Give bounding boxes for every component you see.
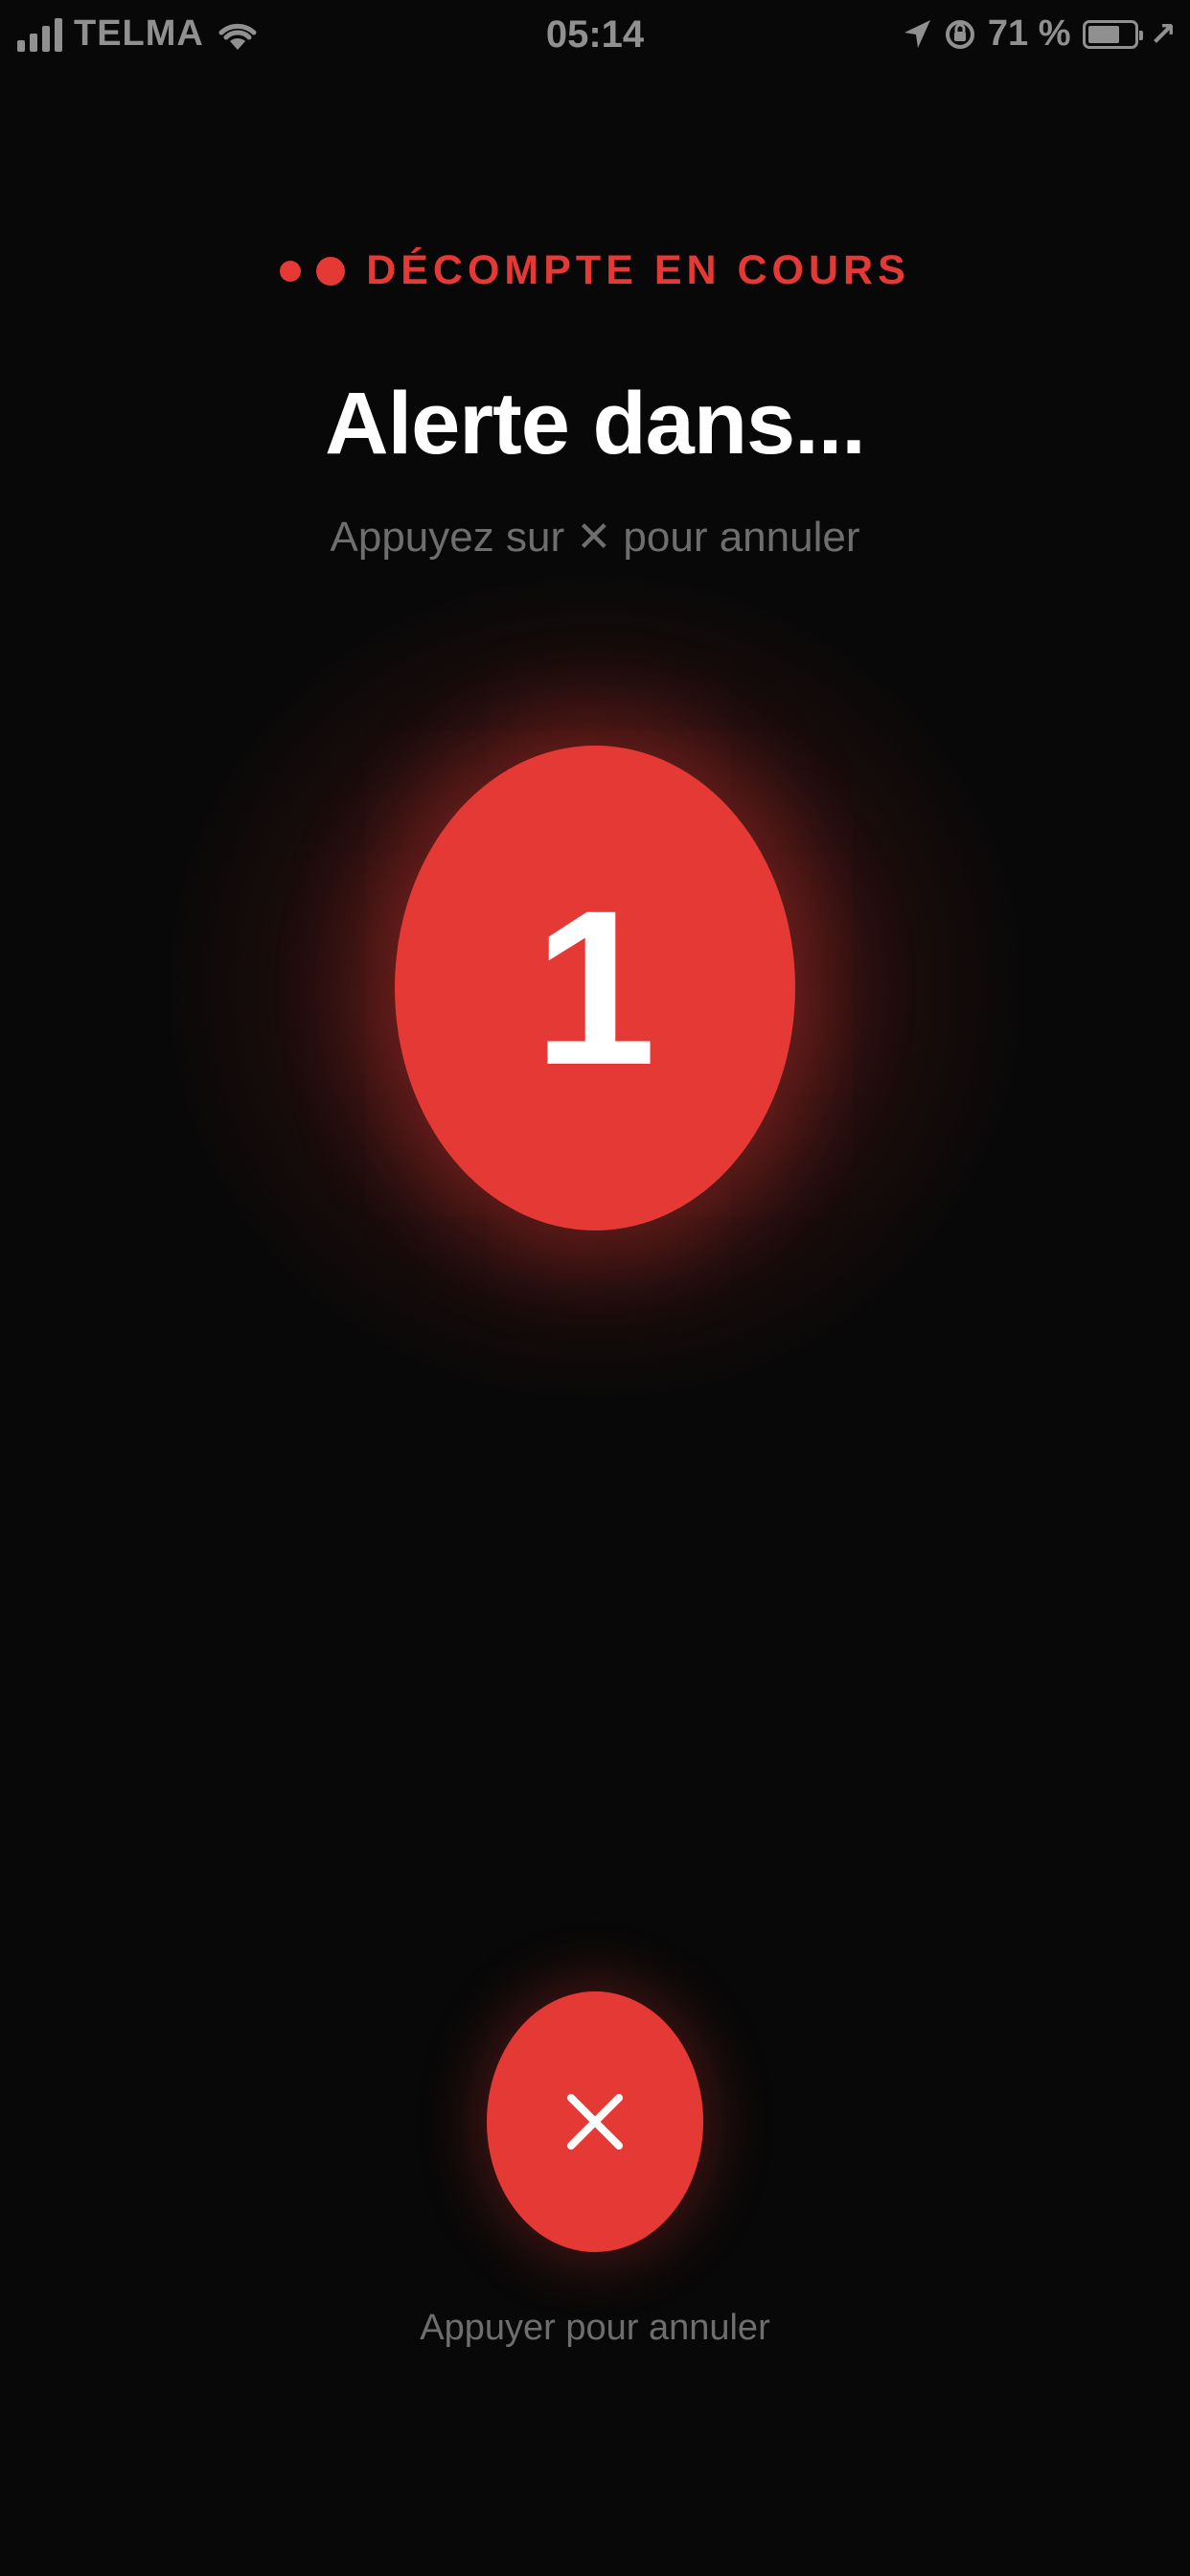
countdown-status-label: DÉCOMPTE EN COURS [366, 247, 910, 293]
battery-percent: 71 % [987, 13, 1071, 54]
status-bar: TELMA 05:14 71 % ↗ [0, 0, 1190, 77]
cancel-label: Appuyer pour annuler [420, 2308, 770, 2348]
countdown-circle: 1 [395, 746, 795, 1230]
indicator-dot-icon [280, 260, 302, 282]
countdown-number: 1 [534, 864, 656, 1111]
status-extra: ↗ [1149, 15, 1178, 53]
location-arrow-icon [904, 19, 930, 48]
close-icon [567, 2094, 623, 2150]
battery-icon [1082, 19, 1143, 49]
indicator-dot-icon [316, 256, 346, 286]
page-title: Alerte dans... [325, 375, 866, 472]
page-subtitle: Appuyez sur ✕ pour annuler [330, 514, 860, 561]
rotation-lock-icon [945, 19, 974, 49]
cancel-button[interactable] [487, 1991, 703, 2252]
countdown-status: DÉCOMPTE EN COURS [0, 247, 1190, 294]
status-bar-right: 71 % ↗ [902, 13, 1177, 55]
